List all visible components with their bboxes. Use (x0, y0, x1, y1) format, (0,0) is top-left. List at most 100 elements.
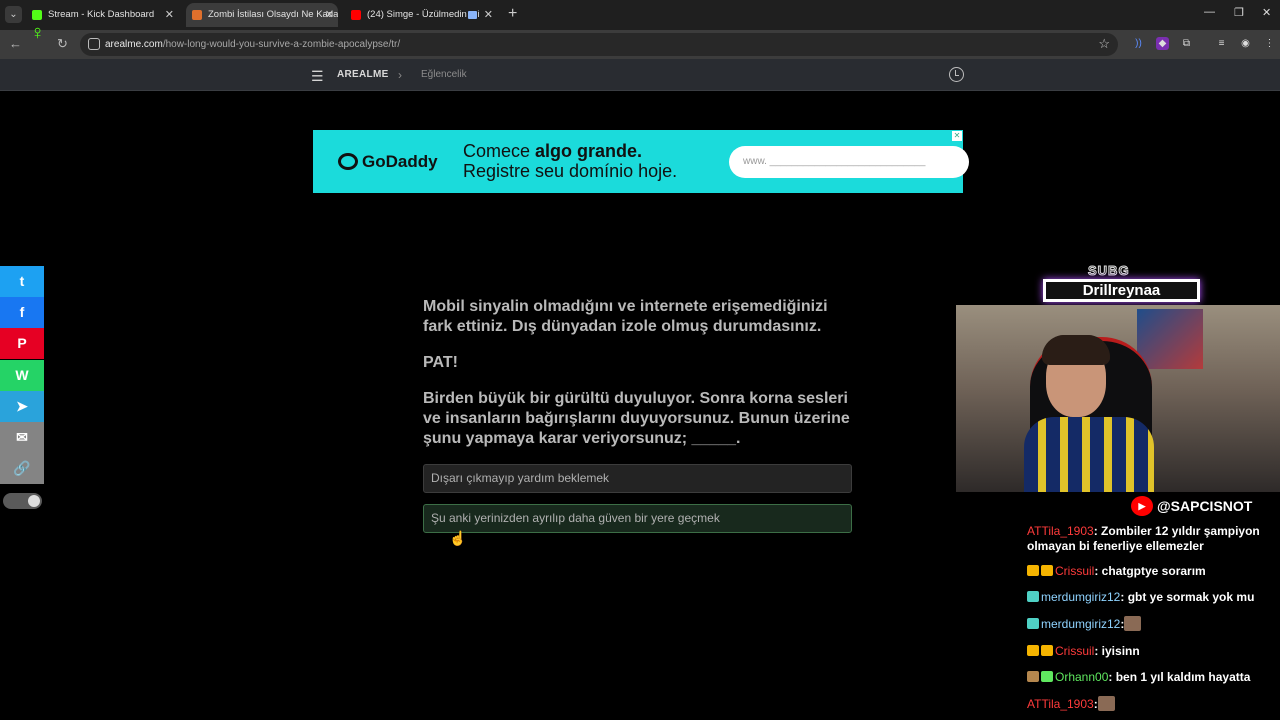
chat-username: merdumgiriz12 (1041, 590, 1121, 604)
chat-badge-icon (1041, 565, 1053, 576)
site-brand[interactable]: AREALME (337, 59, 389, 91)
godaddy-icon (338, 153, 358, 170)
ad-line1-bold: algo grande. (535, 141, 643, 161)
advertisement-banner[interactable]: GoDaddy Comece algo grande. Registre seu… (313, 130, 969, 193)
ad-domain-field[interactable]: www. ____________________________ (729, 146, 969, 178)
ad-line1: Comece (463, 141, 536, 161)
chat-text: : iyisinn (1094, 644, 1140, 658)
ad-line2: Registre seu domínio hoje. (463, 161, 678, 181)
close-tab-icon[interactable]: ✕ (165, 3, 174, 27)
hamburger-menu-icon[interactable]: ☰ (311, 68, 324, 85)
chat-text: : ben 1 yıl kaldım hayatta (1108, 670, 1251, 684)
extension-icon[interactable]: ◆ (1156, 37, 1169, 50)
question-paragraph-3: Birden büyük bir gürültü duyuluyor. Sonr… (423, 390, 850, 447)
chat-text: : gbt ye sormak yok mu (1120, 590, 1255, 604)
new-tab-button[interactable]: + (508, 3, 517, 25)
godaddy-logo: GoDaddy (338, 130, 438, 193)
ad-brand: GoDaddy (362, 152, 438, 171)
history-icon[interactable] (949, 67, 964, 82)
chat-message: merdumgiriz12: (1027, 616, 1277, 632)
chat-message: ATTila_1903: Zombiler 12 yıldır şampiyon… (1027, 524, 1277, 554)
extensions-puzzle-icon[interactable]: ⧉ (1180, 37, 1193, 50)
youtube-handle: ▶ @SAPCISNOT (1131, 496, 1252, 516)
site-header: ☰ AREALME › Eğlencelik (0, 59, 1280, 91)
question-paragraph-1: Mobil sinyalin olmadığını ve internete e… (423, 298, 828, 335)
menu-dots-icon[interactable]: ⋮ (1263, 37, 1276, 50)
youtube-icon: ▶ (1131, 496, 1153, 516)
streamer-hair-top (1042, 335, 1110, 365)
youtube-icon (351, 10, 361, 20)
tab-title: Stream - Kick Dashboard (48, 9, 155, 20)
chat-message: ATTila_1903: (1027, 696, 1277, 712)
tab-title: Zombi İstilası Olsaydı Ne Kadar (208, 9, 338, 20)
chat-username: ATTila_1903 (1027, 697, 1094, 711)
twitter-icon[interactable]: t (0, 266, 44, 297)
answer-option-1[interactable]: Dışarı çıkmayıp yardım beklemek (423, 464, 852, 493)
extension-icon[interactable]: )) (1132, 37, 1145, 50)
whatsapp-icon[interactable]: W (0, 360, 44, 391)
chat-badge-icon (1027, 645, 1039, 656)
tab-zombie-quiz[interactable]: Zombi İstilası Olsaydı Ne Kadar ✕ (186, 3, 338, 27)
tab-search-button[interactable]: ⌄ (5, 6, 22, 23)
chat-badge-icon (1027, 671, 1039, 682)
youtube-handle-text: @SAPCISNOT (1157, 498, 1253, 514)
facebook-icon[interactable]: f (0, 297, 44, 328)
ad-headline: Comece algo grande. Registre seu domínio… (463, 141, 677, 181)
answer-option-2[interactable]: Şu anki yerinizden ayrılıp daha güven bi… (423, 504, 852, 533)
arealme-icon (192, 10, 202, 20)
hand-cursor-icon: ☝ (449, 530, 467, 546)
browser-tab-bar: ⌄ Stream - Kick Dashboard ✕ Zombi İstila… (0, 0, 1280, 30)
restore-icon[interactable]: ❐ (1234, 6, 1244, 19)
back-icon[interactable]: ← (9, 36, 22, 51)
latest-sub-name: Drillreynaa (1043, 279, 1200, 302)
tab-kick-dashboard[interactable]: Stream - Kick Dashboard ✕ (26, 3, 178, 27)
chat-username: merdumgiriz12 (1041, 617, 1121, 631)
ad-field-placeholder: www. (743, 156, 767, 167)
sub-goal-label: SUBG (1088, 263, 1130, 279)
chat-message: Orhann00: ben 1 yıl kaldım hayatta (1027, 670, 1277, 685)
address-bar[interactable]: arealme.com/how-long-would-you-survive-a… (80, 33, 1118, 56)
close-tab-icon[interactable]: ✕ (484, 3, 493, 27)
dark-mode-toggle[interactable] (3, 493, 42, 509)
chat-username: ATTila_1903 (1027, 524, 1094, 538)
browser-toolbar: ← ↻ arealme.com/how-long-would-you-survi… (0, 30, 1280, 59)
webcam-feed (956, 305, 1280, 492)
kick-mascot-icon: ♀ (30, 22, 45, 44)
pinterest-icon[interactable]: P (0, 328, 44, 359)
question-paragraph-2: PAT! (423, 354, 458, 371)
picture-in-picture-icon (468, 11, 477, 19)
streamer-shirt (1024, 417, 1154, 492)
link-icon[interactable]: 🔗 (0, 453, 44, 484)
chat-badge-icon (1041, 645, 1053, 656)
chat-username: Orhann00 (1055, 670, 1109, 684)
chat-badge-icon (1027, 565, 1039, 576)
bookmark-star-icon[interactable]: ☆ (1098, 36, 1110, 52)
close-tab-icon[interactable]: ✕ (325, 3, 334, 27)
email-icon[interactable]: ✉ (0, 422, 44, 453)
minimize-icon[interactable]: — (1204, 6, 1215, 18)
chat-emote-icon (1097, 696, 1115, 711)
url-domain: arealme.com (105, 39, 163, 50)
chat-text: : chatgptye sorarım (1094, 564, 1206, 578)
ad-close-icon[interactable]: ✕ (952, 131, 962, 141)
url-text: arealme.com/how-long-would-you-survive-a… (105, 33, 400, 56)
profile-icon[interactable]: ◉ (1239, 37, 1252, 50)
telegram-icon[interactable]: ➤ (0, 391, 44, 422)
wall-poster (1137, 309, 1203, 369)
chat-emote-icon (1124, 616, 1142, 631)
chat-message: merdumgiriz12: gbt ye sormak yok mu (1027, 590, 1277, 605)
reload-icon[interactable]: ↻ (57, 36, 68, 52)
chevron-right-icon: › (398, 68, 402, 82)
close-window-icon[interactable]: ✕ (1262, 6, 1271, 19)
chat-badge-icon (1041, 671, 1053, 682)
tab-title: (24) Simge - Üzülmedin mi (367, 9, 480, 20)
kick-icon (32, 10, 42, 20)
tab-youtube[interactable]: (24) Simge - Üzülmedin mi ✕ (345, 3, 497, 27)
breadcrumb[interactable]: Eğlencelik (421, 59, 467, 91)
url-path: /how-long-would-you-survive-a-zombie-apo… (162, 39, 401, 50)
chat-username: Crissuil (1055, 644, 1095, 658)
media-controls-icon[interactable]: ≡ (1215, 37, 1228, 50)
chat-username: Crissuil (1055, 564, 1095, 578)
site-info-icon[interactable] (88, 38, 100, 50)
chat-message: Crissuil: chatgptye sorarım (1027, 564, 1277, 579)
